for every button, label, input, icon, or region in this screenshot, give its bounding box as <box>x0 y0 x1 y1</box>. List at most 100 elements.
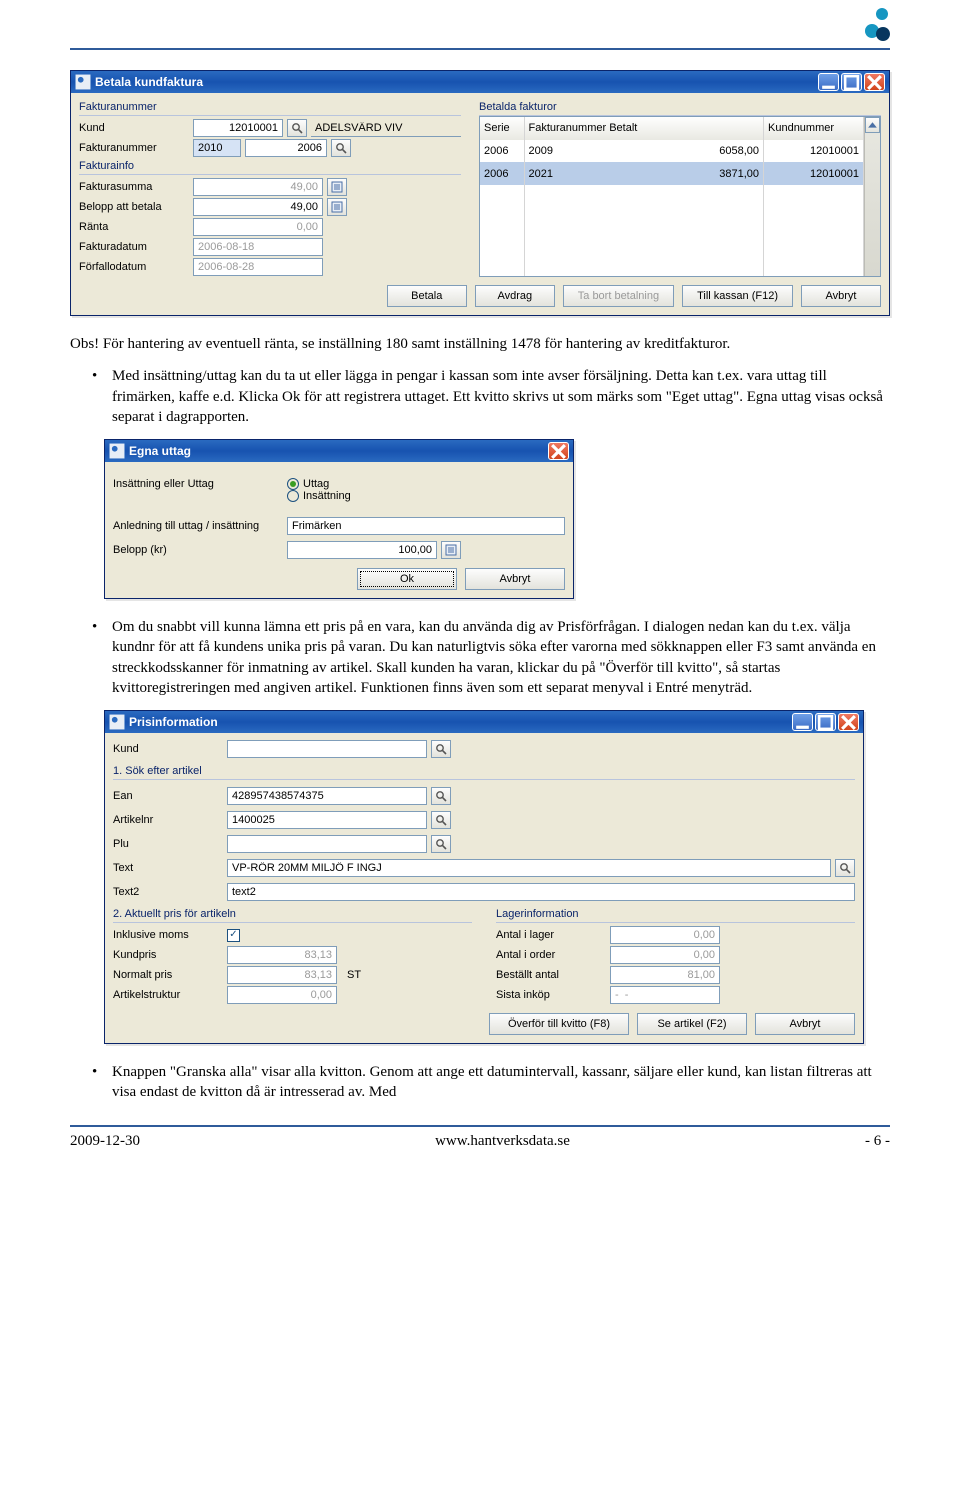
input-structure <box>227 986 337 1004</box>
input-customer-number[interactable] <box>193 119 283 137</box>
ok-button[interactable]: Ok <box>357 568 457 590</box>
footer-url: www.hantverksdata.se <box>435 1133 570 1150</box>
dialog-own-withdrawals: Egna uttag Insättning eller Uttag Uttag … <box>104 439 574 599</box>
close-button[interactable] <box>838 713 859 731</box>
bullet-item: • Om du snabbt vill kunna lämna ett pris… <box>92 617 890 698</box>
minimize-button[interactable] <box>792 713 813 731</box>
titlebar[interactable]: Prisinformation <box>105 711 863 733</box>
radio-insattning[interactable]: Insättning <box>287 490 351 502</box>
lookup-invoice-button[interactable] <box>331 139 351 157</box>
lookup-customer-button[interactable] <box>431 740 451 758</box>
label-in-order: Antal i order <box>496 949 606 961</box>
lookup-article-button[interactable] <box>431 811 451 829</box>
deduction-button[interactable]: Avdrag <box>475 285 555 307</box>
label-invoice-date: Fakturadatum <box>79 241 189 253</box>
input-article-number[interactable] <box>227 811 427 829</box>
radio-uttag[interactable]: Uttag <box>287 478 351 490</box>
close-button[interactable] <box>548 442 569 460</box>
input-last-purchase <box>610 986 720 1004</box>
label-plu: Plu <box>113 838 223 850</box>
label-article-number: Artikelnr <box>113 814 223 826</box>
logo-icon <box>860 4 890 44</box>
table-row[interactable]: 2006 20096058,00 12010001 <box>480 140 864 163</box>
pay-button[interactable]: Betala <box>387 285 467 307</box>
input-text2[interactable] <box>227 883 855 901</box>
minimize-button[interactable] <box>818 73 839 91</box>
label-structure: Artikelstruktur <box>113 989 223 1001</box>
app-icon <box>109 443 125 459</box>
label-customer-price: Kundpris <box>113 949 223 961</box>
label-invoice-sum: Fakturasumma <box>79 181 189 193</box>
scroll-up-icon[interactable] <box>865 117 880 133</box>
customer-name <box>311 119 461 137</box>
input-normal-price <box>227 966 337 984</box>
lookup-customer-button[interactable] <box>287 119 307 137</box>
input-text[interactable] <box>227 859 831 877</box>
col-kundnummer[interactable]: Kundnummer <box>764 117 864 140</box>
label-invoice-number: Fakturanummer <box>79 142 189 154</box>
label-incl-vat: Inklusive moms <box>113 929 223 941</box>
to-register-button[interactable]: Till kassan (F12) <box>682 285 793 307</box>
remove-payment-button: Ta bort betalning <box>563 285 674 307</box>
dialog-pay-invoice: Betala kundfaktura Fakturanummer Kund <box>70 70 890 316</box>
label-interest: Ränta <box>79 221 189 233</box>
input-stock-qty <box>610 926 720 944</box>
titlebar[interactable]: Egna uttag <box>105 440 573 462</box>
input-invoice-sum <box>193 178 323 196</box>
input-amount-to-pay[interactable] <box>193 198 323 216</box>
lookup-plu-button[interactable] <box>431 835 451 853</box>
cancel-button[interactable]: Avbryt <box>465 568 565 590</box>
input-invoice-series[interactable] <box>193 139 241 157</box>
scrollbar[interactable] <box>864 117 880 276</box>
input-interest <box>193 218 323 236</box>
paragraph: Obs! För hantering av eventuell ränta, s… <box>70 334 890 354</box>
cancel-button[interactable]: Avbryt <box>755 1013 855 1035</box>
app-icon <box>75 74 91 90</box>
footer-page: - 6 - <box>865 1133 890 1150</box>
input-invoice-date <box>193 238 323 256</box>
input-reason[interactable] <box>287 517 565 535</box>
input-plu[interactable] <box>227 835 427 853</box>
page-footer: 2009-12-30 www.hantverksdata.se - 6 - <box>70 1125 890 1150</box>
label-normal-price: Normalt pris <box>113 969 223 981</box>
col-fakturanummer-betalt[interactable]: Fakturanummer Betalt <box>524 117 764 140</box>
bullet-item: • Knappen "Granska alla" visar alla kvit… <box>92 1062 890 1103</box>
calc-pay-button[interactable] <box>327 198 347 216</box>
label-amount: Belopp (kr) <box>113 544 283 556</box>
group-fakturanummer: Fakturanummer <box>79 99 461 116</box>
transfer-to-receipt-button[interactable]: Överför till kvitto (F8) <box>489 1013 629 1035</box>
input-customer[interactable] <box>227 740 427 758</box>
cancel-button[interactable]: Avbryt <box>801 285 881 307</box>
label-last-purchase: Sista inköp <box>496 989 606 1001</box>
label-insattning-uttag: Insättning eller Uttag <box>113 478 283 490</box>
maximize-button[interactable] <box>841 73 862 91</box>
maximize-button[interactable] <box>815 713 836 731</box>
input-customer-price <box>227 946 337 964</box>
lookup-ean-button[interactable] <box>431 787 451 805</box>
label-reason: Anledning till uttag / insättning <box>113 520 283 532</box>
col-serie[interactable]: Serie <box>480 117 524 140</box>
input-amount[interactable] <box>287 541 437 559</box>
label-amount-to-pay: Belopp att betala <box>79 201 189 213</box>
input-ean[interactable] <box>227 787 427 805</box>
bullet-item: • Med insättning/uttag kan du ta ut elle… <box>92 366 890 427</box>
label-due-date: Förfallodatum <box>79 261 189 273</box>
label-ean: Ean <box>113 790 223 802</box>
label-ordered: Beställt antal <box>496 969 606 981</box>
paid-invoices-table[interactable]: Serie Fakturanummer Betalt Kundnummer 20… <box>479 116 881 277</box>
input-invoice-year[interactable] <box>245 139 327 157</box>
window-title: Prisinformation <box>129 715 218 729</box>
input-due-date <box>193 258 323 276</box>
calc-sum-button[interactable] <box>327 178 347 196</box>
titlebar[interactable]: Betala kundfaktura <box>71 71 889 93</box>
calc-amount-button[interactable] <box>441 541 461 559</box>
checkbox-incl-vat[interactable] <box>227 929 240 942</box>
group-current-price: 2. Aktuellt pris för artikeln <box>113 906 472 923</box>
table-row[interactable]: 2006 20213871,00 12010001 <box>480 162 864 185</box>
window-title: Egna uttag <box>129 444 191 458</box>
close-button[interactable] <box>864 73 885 91</box>
lookup-text-button[interactable] <box>835 859 855 877</box>
app-icon <box>109 714 125 730</box>
view-article-button[interactable]: Se artikel (F2) <box>637 1013 747 1035</box>
group-search-article: 1. Sök efter artikel <box>113 763 855 780</box>
